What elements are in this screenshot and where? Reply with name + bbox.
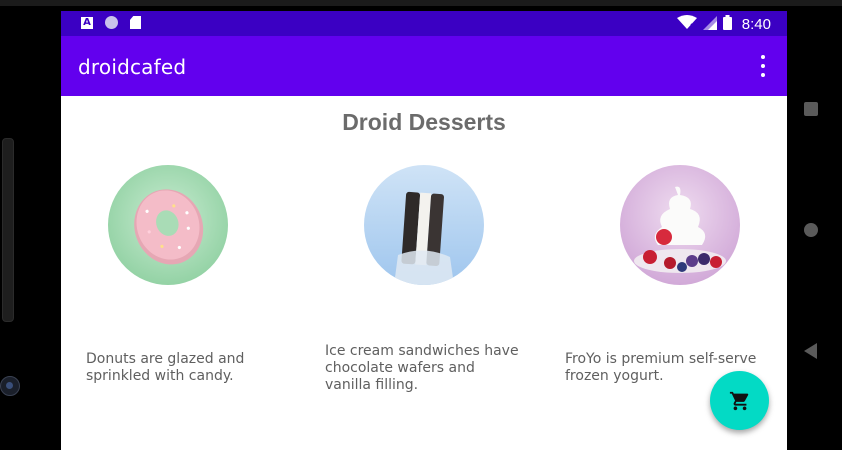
device-side-button	[2, 138, 14, 322]
more-vert-icon[interactable]	[753, 55, 773, 77]
back-triangle-icon[interactable]	[804, 343, 817, 359]
donut-description: Donuts are glazed and sprinkled with can…	[86, 351, 245, 384]
shopping-cart-icon	[729, 391, 748, 410]
page-title: Droid Desserts	[342, 109, 506, 135]
a-notification-icon: A	[81, 16, 93, 29]
status-left-icons: A	[81, 16, 141, 29]
status-bar: A 8:40	[61, 11, 787, 36]
donut-image[interactable]	[108, 165, 228, 285]
wifi-icon	[676, 15, 697, 34]
home-circle-icon[interactable]	[804, 223, 818, 237]
device-camera	[0, 376, 20, 396]
app-bar: droidcafed	[61, 36, 787, 96]
device-top-edge	[0, 0, 842, 6]
ice-cream-sandwich-image[interactable]	[364, 165, 484, 285]
battery-icon	[722, 15, 732, 34]
recents-square-icon[interactable]	[804, 102, 818, 116]
shopping-cart-fab[interactable]	[710, 371, 769, 430]
ice-cream-sandwich-description: Ice cream sandwiches have chocolate wafe…	[325, 343, 519, 393]
sd-card-icon	[130, 16, 141, 29]
status-right-icons: 8:40	[676, 15, 771, 34]
circle-notification-icon	[105, 16, 118, 29]
status-time: 8:40	[741, 16, 771, 33]
app-title: droidcafed	[78, 55, 187, 79]
phone-screen: A 8:40 droidcafed Droid Desserts Donuts …	[61, 11, 787, 450]
signal-icon	[702, 15, 717, 34]
froyo-image[interactable]	[620, 165, 740, 285]
